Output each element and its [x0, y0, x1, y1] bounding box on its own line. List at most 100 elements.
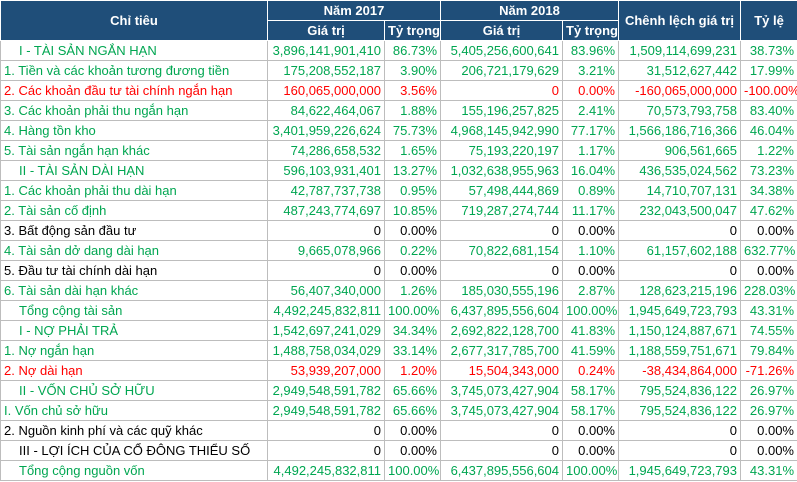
change-rate: 47.62%: [740, 200, 797, 221]
table-row: 2. Nợ dài hạn 53,939,207,000 1.20% 15,504,3…: [0, 360, 797, 381]
row-label: I - TÀI SẢN NGẮN HẠN: [0, 40, 268, 61]
table-row: 6. Tài sản dài hạn khác 56,407,340,000 1.2…: [0, 280, 797, 301]
value-2017: 0: [267, 440, 385, 461]
value-2017: 3,401,959,226,624: [267, 120, 385, 141]
row-label: 3. Bất động sản đầu tư: [0, 220, 268, 241]
value-2018: 75,193,220,197: [440, 140, 563, 161]
share-2017: 86.73%: [384, 40, 441, 61]
value-2018: 2,692,822,128,700: [440, 320, 563, 341]
share-2017: 100.00%: [384, 300, 441, 321]
table-body: I - TÀI SẢN NGẮN HẠN 3,896,141,901,410 86.…: [0, 40, 797, 481]
value-2017: 2,949,548,591,782: [267, 400, 385, 421]
change-rate: 26.97%: [740, 400, 797, 421]
value-2018: 0: [440, 260, 563, 281]
value-2017: 596,103,931,401: [267, 160, 385, 181]
row-label: 5. Tài sản ngắn hạn khác: [0, 140, 268, 161]
table-row: 5. Tài sản ngắn hạn khác 74,286,658,532 1.…: [0, 140, 797, 161]
header-share-2018: Tỷ trọng: [562, 20, 619, 41]
difference-value: 0: [618, 440, 741, 461]
share-2018: 0.00%: [562, 260, 619, 281]
share-2018: 1.17%: [562, 140, 619, 161]
value-2018: 6,437,895,556,604: [440, 300, 563, 321]
difference-value: 436,535,024,562: [618, 160, 741, 181]
difference-value: 14,710,707,131: [618, 180, 741, 201]
value-2017: 160,065,000,000: [267, 80, 385, 101]
row-label: 4. Hàng tồn kho: [0, 120, 268, 141]
change-rate: -100.00%: [740, 80, 797, 101]
difference-value: 128,623,215,196: [618, 280, 741, 301]
header-value-2018: Giá trị: [440, 20, 563, 41]
table-row: II - VỐN CHỦ SỞ HỮU 2,949,548,591,782 65.6…: [0, 380, 797, 401]
share-2017: 3.90%: [384, 60, 441, 81]
row-label: I. Vốn chủ sở hữu: [0, 400, 268, 421]
value-2018: 0: [440, 440, 563, 461]
header-indicator: Chỉ tiêu: [0, 0, 268, 41]
header-year-2018: Năm 2018: [440, 0, 619, 21]
row-label: II - VỐN CHỦ SỞ HỮU: [0, 380, 268, 401]
share-2018: 58.17%: [562, 400, 619, 421]
value-2017: 84,622,464,067: [267, 100, 385, 121]
share-2017: 10.85%: [384, 200, 441, 221]
row-label: Tổng cộng tài sản: [0, 300, 268, 321]
row-label: 2. Nguồn kinh phí và các quỹ khác: [0, 420, 268, 441]
value-2018: 0: [440, 220, 563, 241]
table-row: III - LỢI ÍCH CỦA CỔ ĐÔNG THIỂU SỐ 0 0.00%…: [0, 440, 797, 461]
difference-value: 795,524,836,122: [618, 380, 741, 401]
difference-value: 1,566,186,716,366: [618, 120, 741, 141]
table-row: 2. Tài sản cố định 487,243,774,697 10.85% 7…: [0, 200, 797, 221]
value-2018: 206,721,179,629: [440, 60, 563, 81]
share-2017: 75.73%: [384, 120, 441, 141]
share-2017: 100.00%: [384, 460, 441, 481]
value-2018: 5,405,256,600,641: [440, 40, 563, 61]
change-rate: 0.00%: [740, 260, 797, 281]
share-2018: 3.21%: [562, 60, 619, 81]
value-2018: 0: [440, 420, 563, 441]
share-2018: 0.00%: [562, 220, 619, 241]
difference-value: 906,561,665: [618, 140, 741, 161]
header-value-2017: Giá trị: [267, 20, 385, 41]
share-2018: 100.00%: [562, 300, 619, 321]
value-2018: 4,968,145,942,990: [440, 120, 563, 141]
share-2017: 13.27%: [384, 160, 441, 181]
value-2018: 155,196,257,825: [440, 100, 563, 121]
share-2017: 3.56%: [384, 80, 441, 101]
value-2017: 74,286,658,532: [267, 140, 385, 161]
table-row: 1. Các khoản phải thu dài hạn 42,787,737,…: [0, 180, 797, 201]
difference-value: 1,945,649,723,793: [618, 460, 741, 481]
difference-value: 1,945,649,723,793: [618, 300, 741, 321]
share-2018: 0.24%: [562, 360, 619, 381]
value-2018: 1,032,638,955,963: [440, 160, 563, 181]
value-2017: 1,542,697,241,029: [267, 320, 385, 341]
share-2018: 58.17%: [562, 380, 619, 401]
share-2018: 100.00%: [562, 460, 619, 481]
header-share-2017: Tỷ trọng: [384, 20, 441, 41]
share-2017: 0.00%: [384, 220, 441, 241]
row-label: III - LỢI ÍCH CỦA CỔ ĐÔNG THIỂU SỐ: [0, 440, 268, 461]
difference-value: -160,065,000,000: [618, 80, 741, 101]
row-label: 2. Tài sản cố định: [0, 200, 268, 221]
row-label: II - TÀI SẢN DÀI HẠN: [0, 160, 268, 181]
change-rate: 228.03%: [740, 280, 797, 301]
share-2017: 33.14%: [384, 340, 441, 361]
header-difference: Chênh lệch giá trị: [618, 0, 741, 41]
table-row: 4. Hàng tồn kho 3,401,959,226,624 75.73% 4,…: [0, 120, 797, 141]
table-row: I - NỢ PHẢI TRẢ 1,542,697,241,029 34.34% 2,…: [0, 320, 797, 341]
value-2018: 57,498,444,869: [440, 180, 563, 201]
change-rate: 17.99%: [740, 60, 797, 81]
share-2018: 0.00%: [562, 440, 619, 461]
share-2017: 0.00%: [384, 440, 441, 461]
row-label: 2. Các khoản đầu tư tài chính ngắn hạn: [0, 80, 268, 101]
header-row-1: Chỉ tiêu Năm 2017 Năm 2018 Chênh lệch gi…: [0, 0, 797, 41]
change-rate: 73.23%: [740, 160, 797, 181]
value-2017: 53,939,207,000: [267, 360, 385, 381]
value-2017: 42,787,737,738: [267, 180, 385, 201]
table-row: 4. Tài sản dở dang dài hạn 9,665,078,966 0…: [0, 240, 797, 261]
value-2017: 2,949,548,591,782: [267, 380, 385, 401]
difference-value: 0: [618, 260, 741, 281]
change-rate: 34.38%: [740, 180, 797, 201]
change-rate: 83.40%: [740, 100, 797, 121]
share-2017: 1.20%: [384, 360, 441, 381]
share-2018: 0.89%: [562, 180, 619, 201]
row-label: 2. Nợ dài hạn: [0, 360, 268, 381]
row-label: 6. Tài sản dài hạn khác: [0, 280, 268, 301]
